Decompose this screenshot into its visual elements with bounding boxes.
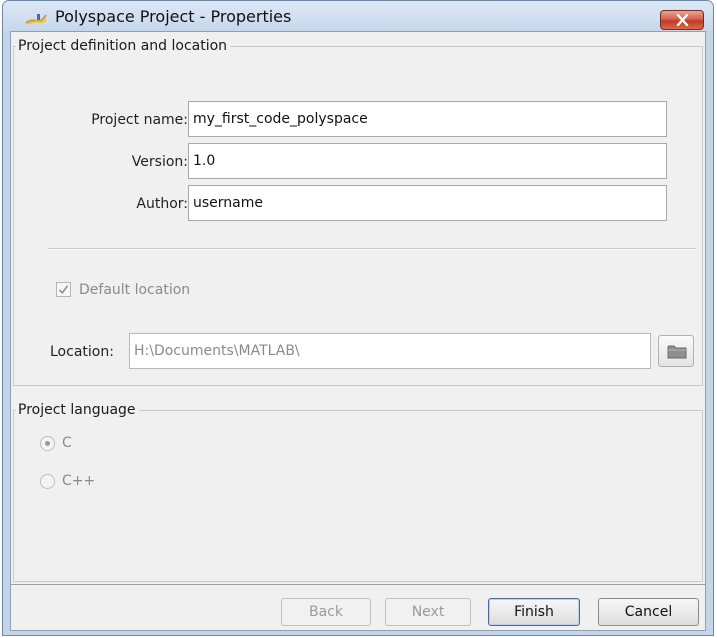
language-radio-c[interactable] — [40, 436, 55, 451]
author-label: Author: — [136, 196, 188, 212]
title-bar[interactable]: Polyspace Project - Properties — [3, 1, 713, 31]
browse-location-button[interactable] — [658, 335, 694, 367]
project-language-legend: Project language — [16, 400, 139, 420]
default-location-label: Default location — [79, 282, 191, 298]
cancel-button[interactable]: Cancel — [598, 598, 699, 626]
back-button[interactable]: Back — [281, 598, 371, 626]
language-radio-cpp[interactable] — [40, 474, 55, 489]
location-input[interactable] — [129, 333, 651, 369]
next-button[interactable]: Next — [385, 598, 471, 626]
language-option-label-cpp: C++ — [62, 473, 96, 489]
window-title: Polyspace Project - Properties — [55, 7, 292, 26]
close-button[interactable] — [660, 10, 704, 30]
finish-button[interactable]: Finish — [488, 598, 580, 626]
folder-icon — [667, 345, 687, 359]
radio-selected-dot — [45, 441, 50, 446]
close-icon — [676, 14, 689, 26]
version-label: Version: — [131, 154, 188, 170]
dialog-content: Project definition and location Project … — [10, 31, 706, 631]
default-location-checkbox[interactable] — [56, 282, 71, 297]
project-language-group: Project language — [13, 400, 703, 582]
section-separator — [48, 248, 696, 250]
language-option-label-c: C — [62, 435, 72, 451]
checkmark-icon — [58, 285, 69, 295]
project-name-label: Project name: — [91, 112, 188, 128]
author-input[interactable] — [188, 185, 667, 221]
dialog-window: Polyspace Project - Properties Project d… — [2, 0, 714, 636]
polyspace-app-icon — [25, 14, 47, 25]
version-input[interactable] — [188, 143, 667, 179]
project-definition-legend: Project definition and location — [16, 36, 231, 56]
project-name-input[interactable] — [188, 101, 667, 137]
button-bar-separator — [11, 584, 705, 585]
location-label: Location: — [50, 344, 114, 360]
